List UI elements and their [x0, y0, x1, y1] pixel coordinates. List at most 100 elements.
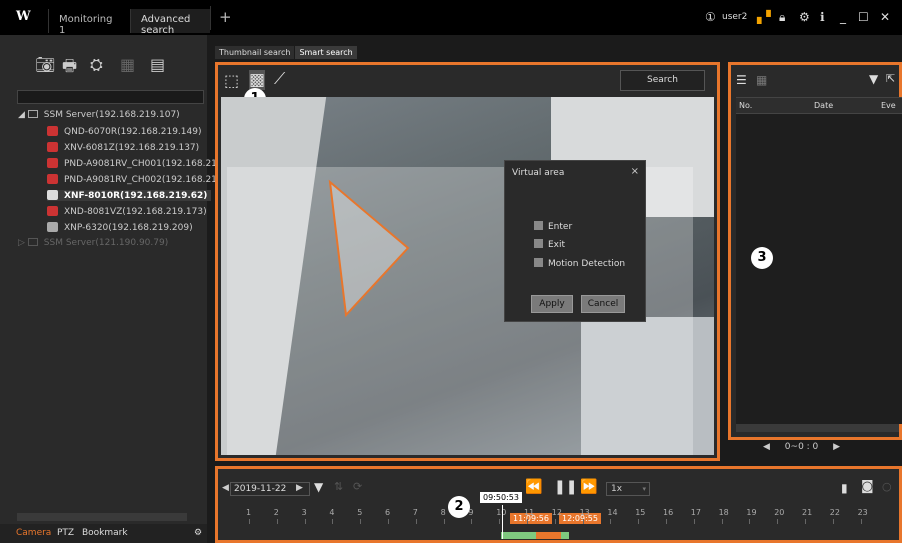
grid-tool-icon[interactable]: ▩: [249, 70, 266, 90]
device-search-input[interactable]: [17, 90, 204, 104]
maximize-icon[interactable]: ☐: [858, 10, 869, 24]
timeline-tick: [805, 519, 806, 524]
tree-item-server[interactable]: ◢ SSM Server(192.168.219.107): [18, 110, 180, 120]
tree-item-camera[interactable]: XND-8081VZ(192.168.219.173): [47, 206, 207, 217]
dialog-title: Virtual area: [512, 168, 565, 178]
checkbox-icon: [534, 258, 543, 267]
tree-item-camera[interactable]: PND-A9081RV_CH002(192.168.219.: [47, 174, 225, 185]
prev-page-icon[interactable]: ◀: [763, 442, 770, 452]
timeline-tick-label: 22: [829, 508, 840, 517]
timeline-tick: [527, 519, 528, 524]
timeline-tick-label: 23: [857, 508, 868, 517]
fisheye-camera-icon: [47, 190, 58, 200]
user-icon[interactable]: ①: [705, 10, 716, 24]
search-mode-tabs: Thumbnail search Smart search: [215, 46, 358, 59]
timeline-tick: [360, 519, 362, 524]
timeline-tick: [693, 519, 695, 524]
speed-select[interactable]: 1x ▾: [606, 482, 650, 496]
close-icon[interactable]: ✕: [880, 10, 890, 24]
timeline-panel: ◀ 2019-11-22 ▶ ▼ ⇅ ⟳ 2 09:50:53 ⏪ ❚❚ ⏩ 1…: [215, 466, 902, 543]
page-indicator: 0~0 : 0: [784, 442, 819, 452]
info-icon[interactable]: ℹ: [820, 10, 825, 24]
exit-checkbox[interactable]: Exit: [534, 239, 565, 250]
tab-monitoring-1[interactable]: Monitoring 1: [48, 9, 130, 36]
timeline-tick-label: 9: [468, 508, 474, 517]
cancel-button[interactable]: Cancel: [581, 295, 625, 313]
callout-marker-3: 3: [751, 247, 773, 269]
bookmark-icon[interactable]: ▮: [841, 481, 848, 495]
camera-icon: [47, 206, 58, 216]
column-event[interactable]: Eve: [881, 101, 896, 110]
camera-icon: [47, 126, 58, 136]
print-icon[interactable]: 🖶: [62, 55, 77, 82]
enter-checkbox[interactable]: Enter: [534, 221, 572, 232]
signal-icon: ▖▘: [757, 10, 776, 24]
minimize-icon[interactable]: _: [840, 10, 846, 24]
lock-icon[interactable]: 🔒︎: [779, 10, 785, 25]
tree-item-camera-selected[interactable]: XNF-8010R(192.168.219.62): [47, 190, 212, 201]
server-icon: [27, 238, 38, 246]
timeline-tick-label: 4: [329, 508, 335, 517]
record-icon[interactable]: ◙: [861, 479, 874, 494]
tree-item-camera[interactable]: XNP-6320(192.168.219.209): [47, 222, 193, 233]
timeline-tick: [749, 519, 751, 524]
tree-item-camera[interactable]: PND-A9081RV_CH001(192.168.219.: [47, 158, 225, 169]
gear-icon[interactable]: ⚙: [799, 10, 810, 24]
line-tool-icon[interactable]: ⟋: [274, 69, 285, 89]
results-scrollbar[interactable]: [736, 424, 899, 432]
chevron-down-icon: ▾: [642, 485, 646, 493]
timeline-tick-label: 3: [301, 508, 307, 517]
next-day-icon[interactable]: ▶: [296, 483, 303, 493]
export-icon[interactable]: ⛭: [90, 55, 103, 75]
apply-button[interactable]: Apply: [531, 295, 573, 313]
overlap-icon: ⇅: [334, 480, 344, 493]
filter-icon[interactable]: ▼: [869, 72, 878, 86]
add-tab-button[interactable]: +: [210, 6, 240, 30]
settings-icon[interactable]: ⚙: [194, 528, 202, 538]
timeline-tick-label: 1: [246, 508, 252, 517]
tab-smart-search[interactable]: Smart search: [295, 46, 357, 59]
search-icon: ○: [882, 480, 892, 493]
pause-icon[interactable]: ❚❚: [554, 479, 577, 495]
results-table-body: [736, 114, 902, 424]
search-button[interactable]: Search: [620, 70, 705, 91]
tree-item-camera[interactable]: QND-6070R(192.168.219.149): [47, 126, 201, 137]
motion-detection-checkbox[interactable]: Motion Detection: [534, 258, 625, 269]
virtual-area-dialog: Virtual area × Enter Exit Motion Detecti…: [504, 160, 646, 322]
tab-thumbnail-search[interactable]: Thumbnail search: [215, 46, 295, 59]
timeline-tick-label: 5: [357, 508, 363, 517]
close-icon[interactable]: ×: [631, 166, 639, 177]
next-page-icon[interactable]: ▶: [833, 442, 840, 452]
timeline-tick: [721, 519, 723, 524]
camera-icon: [47, 174, 58, 184]
filter-icon[interactable]: ▼: [314, 480, 323, 494]
tab-camera[interactable]: Camera: [16, 528, 51, 538]
tab-bookmark[interactable]: Bookmark: [82, 528, 128, 538]
column-no[interactable]: No.: [739, 101, 752, 110]
timeline-tick: [332, 519, 334, 524]
thumbnail-view-icon[interactable]: ▦: [756, 73, 767, 87]
list-view-icon[interactable]: ☰: [736, 73, 747, 87]
fast-forward-icon[interactable]: ⏩: [580, 479, 597, 495]
rewind-icon[interactable]: ⏪: [525, 479, 542, 495]
export-icon[interactable]: ⇱: [886, 72, 895, 85]
app-logo: W: [16, 9, 31, 24]
search-range-bar[interactable]: [536, 532, 561, 539]
tree-item-camera[interactable]: XNV-6081Z(192.168.219.137): [47, 142, 199, 153]
camera-icon[interactable]: 📷︎: [35, 55, 55, 74]
prev-day-icon[interactable]: ◀: [222, 483, 229, 493]
timeline-tick: [610, 519, 612, 524]
device-panel: 📷︎ 🖶 ⛭ ▦ ▤ ◢ SSM Server(192.168.219.107)…: [0, 35, 225, 543]
column-date[interactable]: Date: [814, 101, 833, 110]
playhead[interactable]: [502, 505, 503, 539]
area-tool-icon[interactable]: ⬚: [224, 71, 239, 90]
tab-advanced-search[interactable]: Advanced search: [130, 9, 210, 36]
layout-icon[interactable]: ▤: [150, 55, 165, 74]
username-label: user2: [722, 12, 748, 22]
tree-item-server[interactable]: ▷ SSM Server(121.190.90.79): [18, 238, 168, 248]
timeline-tick: [860, 519, 862, 524]
timeline-tick-label: 16: [663, 508, 674, 517]
timeline-tick: [499, 519, 501, 524]
tab-ptz[interactable]: PTZ: [57, 528, 74, 538]
tree-scrollbar[interactable]: [17, 513, 187, 521]
